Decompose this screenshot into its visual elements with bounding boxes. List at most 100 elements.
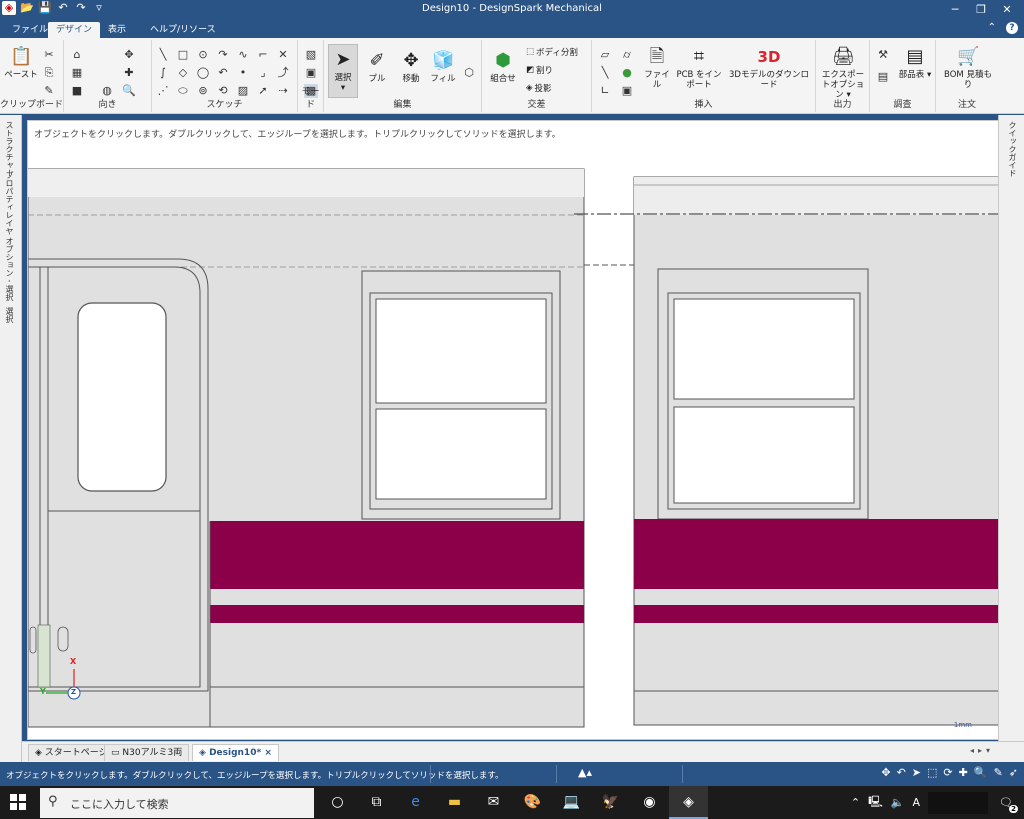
origin-icon[interactable]: ∟: [598, 84, 612, 98]
left-car-window[interactable]: [361, 270, 561, 520]
notification-icon[interactable]: 🗨 2: [996, 796, 1018, 813]
tab-selection[interactable]: 選択: [4, 307, 15, 323]
mass-icon[interactable]: ▤: [876, 70, 890, 84]
blend-icon[interactable]: ⬡: [462, 66, 476, 80]
cortana-icon[interactable]: ○: [318, 786, 357, 819]
right-car-stripe[interactable]: [634, 519, 999, 623]
trim-icon[interactable]: ✕: [276, 48, 290, 62]
fill-button[interactable]: 🧊 フィル: [428, 50, 458, 84]
pointer-icon[interactable]: ➶: [1009, 766, 1018, 779]
combine-button[interactable]: ⬢ 組合せ: [486, 50, 520, 84]
close-tab-icon[interactable]: ×: [264, 748, 272, 758]
bom-quote-button[interactable]: 🛒 BOM 見積もり: [940, 46, 996, 90]
split-button[interactable]: ◩ 割り: [526, 64, 553, 76]
arc-icon[interactable]: ↷: [216, 48, 230, 62]
minimize-icon[interactable]: ─: [942, 1, 968, 18]
tab-view[interactable]: 表示: [100, 22, 134, 38]
move-button[interactable]: ✥ 移動: [396, 50, 426, 84]
help-icon[interactable]: ?: [1006, 22, 1018, 34]
export-options-button[interactable]: 🖨 エクスポートオプション ▾: [820, 46, 866, 100]
tab-scroll-arrows[interactable]: ◂▸▾: [970, 746, 994, 755]
project-curve-icon[interactable]: ➚: [256, 84, 270, 98]
taskbar-search[interactable]: ⚲ ここに入力して検索: [40, 788, 314, 818]
parts-table-button[interactable]: ▤ 部品表 ▾: [898, 46, 932, 80]
spin-icon[interactable]: ✥: [122, 48, 136, 62]
zoom-icon[interactable]: 🔍: [122, 84, 136, 98]
sweep-arc-icon[interactable]: ↶: [216, 66, 230, 80]
network-icon[interactable]: 🖳: [868, 793, 883, 812]
design-canvas[interactable]: オブジェクトをクリックします。ダブルクリックして、エッジループを選択します。トリ…: [27, 120, 999, 740]
close-icon[interactable]: ✕: [994, 1, 1020, 18]
tab-layers[interactable]: レイヤ: [4, 211, 15, 235]
tangent-arc-icon[interactable]: ⌐: [256, 48, 270, 62]
polygon-icon[interactable]: ◇: [176, 66, 190, 80]
laptop-icon[interactable]: 💻: [552, 786, 591, 819]
tab-help-resources[interactable]: ヘルプ/リソース: [142, 22, 224, 38]
select-button[interactable]: ➤ 選択 ▾: [328, 44, 358, 98]
cursor-icon[interactable]: ➤: [912, 766, 921, 779]
undo-view-icon[interactable]: ↶: [897, 766, 906, 779]
doc-tab-design10[interactable]: ◈ Design10* ×: [192, 744, 279, 761]
tab-quick-guide[interactable]: クイックガイド: [1007, 121, 1018, 177]
box-select-icon[interactable]: ⬚: [927, 766, 937, 779]
ribbon-collapse-icon[interactable]: ⌃: [988, 22, 996, 34]
right-car-window[interactable]: [657, 268, 869, 520]
tray-overflow-icon[interactable]: ⌃: [851, 796, 860, 809]
measure-icon[interactable]: ⚒: [876, 48, 890, 62]
construction-line-icon[interactable]: ∫: [156, 66, 170, 80]
pcb-import-button[interactable]: ⌗ PCB をインポート: [676, 46, 722, 90]
volume-icon[interactable]: 🔈: [891, 796, 905, 809]
point-icon[interactable]: •: [236, 66, 250, 80]
clock[interactable]: [928, 791, 988, 814]
copy-icon[interactable]: ⎘: [42, 66, 56, 80]
spin-icon[interactable]: ✥: [881, 766, 890, 779]
insert-file-button[interactable]: 🗎 ファイル: [642, 46, 672, 90]
start-icon[interactable]: [10, 794, 26, 810]
download-3d-model-button[interactable]: 3D 3Dモデルのダウンロード: [726, 46, 812, 90]
ellipse-icon[interactable]: ⬭: [176, 84, 190, 98]
snap-view-icon[interactable]: ◍: [100, 84, 114, 98]
extend-icon[interactable]: ⇢: [276, 84, 290, 98]
format-painter-icon[interactable]: ✎: [42, 84, 56, 98]
dotted-line-icon[interactable]: ⋰: [156, 84, 170, 98]
game-icon[interactable]: 🦅: [591, 786, 630, 819]
train-model-view[interactable]: [28, 121, 999, 740]
home-icon[interactable]: ⌂: [70, 48, 84, 62]
face-curve-icon[interactable]: ▨: [236, 84, 250, 98]
edge-icon[interactable]: e: [396, 786, 435, 819]
line-icon[interactable]: ╲: [156, 48, 170, 62]
paint-icon[interactable]: 🎨: [513, 786, 552, 819]
designspark-icon[interactable]: ◈: [669, 786, 708, 819]
axis-icon[interactable]: ╲: [598, 66, 612, 80]
ime-indicator[interactable]: A: [912, 796, 920, 809]
zoom-icon[interactable]: 🔍: [974, 766, 988, 779]
task-view-icon[interactable]: ⧉: [357, 786, 396, 819]
tab-properties[interactable]: プロパティ: [4, 171, 15, 211]
three-point-circle-icon[interactable]: ◯: [196, 66, 210, 80]
tab-design[interactable]: デザイン: [48, 22, 101, 38]
triangle-up-icon[interactable]: ▲▴: [578, 766, 592, 779]
pen-icon[interactable]: ✎: [994, 766, 1003, 779]
tab-structure[interactable]: ストラクチャー: [4, 121, 15, 177]
spline-icon[interactable]: ∿: [236, 48, 250, 62]
bend-icon[interactable]: ⤴: [276, 66, 290, 80]
corner-icon[interactable]: ⌟: [256, 66, 270, 80]
restore-icon[interactable]: ❐: [968, 1, 994, 18]
mail-icon[interactable]: ✉: [474, 786, 513, 819]
rotate-icon[interactable]: ⟳: [943, 766, 952, 779]
split-body-button[interactable]: ⬚ ボディ分割: [526, 46, 578, 58]
plane-view-icon[interactable]: ▦: [70, 66, 84, 80]
box-icon[interactable]: ▣: [620, 84, 634, 98]
pull-button[interactable]: ✐ プル: [362, 50, 392, 84]
doc-tab-n30[interactable]: ▭ N30アルミ3両: [104, 744, 190, 761]
pan-icon[interactable]: ✚: [122, 66, 136, 80]
project-button[interactable]: ◈ 投影: [526, 82, 552, 94]
plane-icon[interactable]: ▱: [598, 48, 612, 62]
view-cube-icon[interactable]: ■: [70, 84, 84, 98]
rectangle-icon[interactable]: □: [176, 48, 190, 62]
three-point-arc-icon[interactable]: ⟲: [216, 84, 230, 98]
offset-icon[interactable]: ⊚: [196, 84, 210, 98]
tab-options-select[interactable]: オプション - 選択: [4, 237, 15, 301]
file-explorer-icon[interactable]: ▬: [435, 786, 474, 819]
doc-tab-start-page[interactable]: ◈ スタートページ: [28, 744, 115, 761]
